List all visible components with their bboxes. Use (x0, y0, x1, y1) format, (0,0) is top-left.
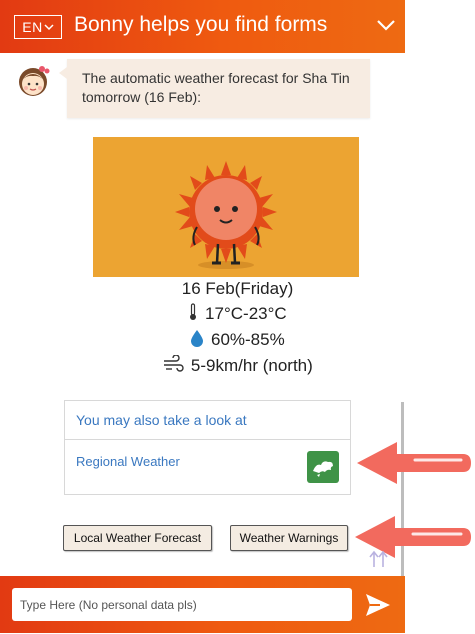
forecast-temperature-row: 17°C-23°C (0, 303, 475, 324)
bot-message-bubble: The automatic weather forecast for Sha T… (59, 59, 370, 118)
quick-reply-weather-warnings[interactable]: Weather Warnings (230, 525, 348, 551)
forecast-date: 16 Feb(Friday) (181, 279, 294, 298)
bot-avatar (19, 66, 50, 96)
send-button[interactable] (364, 591, 392, 619)
suggestion-card: You may also take a look at Regional Wea… (64, 400, 351, 495)
language-toggle-button[interactable]: EN (14, 15, 62, 39)
regional-weather-thumbnail[interactable] (307, 451, 339, 483)
map-icon (313, 461, 333, 477)
forecast-wind: 5-9km/hr (north) (190, 356, 313, 375)
chat-header: EN Bonny helps you find forms (0, 0, 405, 53)
forecast-temperature: 17°C-23°C (205, 304, 287, 323)
annotation-arrow-icon (357, 442, 471, 484)
forecast-humidity: 60%-85% (211, 330, 285, 349)
chat-title: Bonny helps you find forms (74, 13, 328, 36)
forecast-humidity-row: 60%-85% (0, 329, 475, 350)
language-label: EN (22, 19, 43, 35)
sunny-weather-illustration (93, 137, 359, 277)
chat-footer (0, 576, 405, 633)
collapse-chat-button[interactable] (375, 14, 397, 36)
suggestion-heading: You may also take a look at (65, 401, 350, 440)
chevron-down-icon (377, 20, 395, 31)
scroll-up-icon[interactable] (368, 545, 390, 569)
sun-character-icon (175, 161, 277, 269)
forecast-wind-row: 5-9km/hr (north) (0, 355, 475, 376)
thermometer-icon (190, 303, 197, 320)
wind-icon (164, 355, 184, 372)
regional-weather-link[interactable]: Regional Weather (76, 454, 180, 469)
message-input[interactable] (12, 588, 352, 621)
quick-reply-local-weather-forecast[interactable]: Local Weather Forecast (63, 525, 212, 551)
chevron-down-icon (44, 24, 54, 31)
send-icon (366, 594, 390, 616)
water-drop-icon (191, 330, 204, 347)
